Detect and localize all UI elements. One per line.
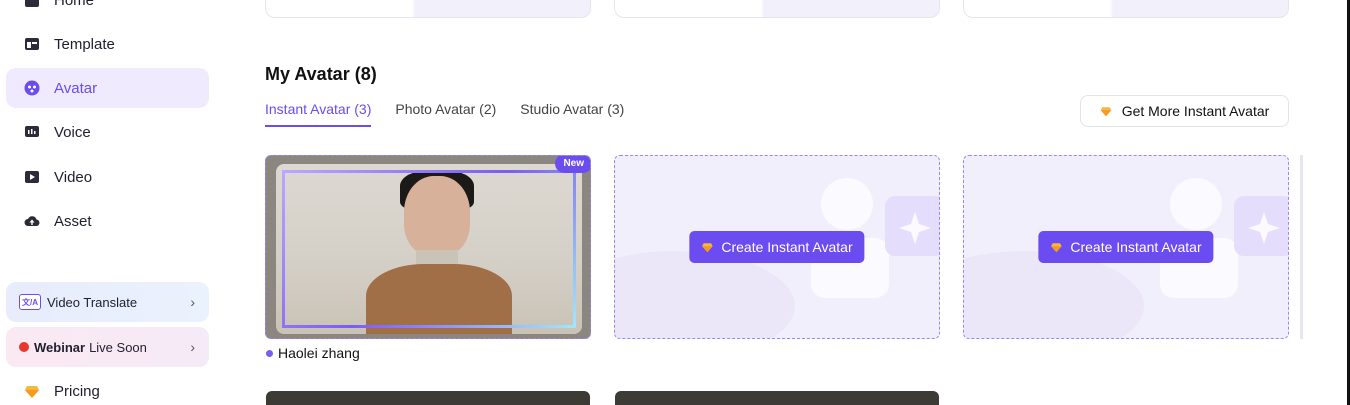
sidebar-item-label: Template: [54, 35, 115, 53]
sidebar-item-label: Asset: [54, 212, 92, 230]
create-instant-avatar-button[interactable]: Create Instant Avatar: [689, 231, 865, 263]
tab-photo-avatar[interactable]: Photo Avatar (2): [395, 101, 496, 127]
avatar-icon: [24, 80, 40, 96]
avatar-tabs: Instant Avatar (3) Photo Avatar (2) Stud…: [265, 101, 648, 127]
webinar-label: Live Soon: [89, 339, 147, 355]
avatar-name-text: Haolei zhang: [278, 345, 360, 361]
chevron-right-icon: ›: [190, 294, 195, 310]
webinar-promo[interactable]: Webinar Live Soon ›: [6, 327, 209, 367]
voice-icon: [24, 124, 40, 140]
gem-icon: [1051, 243, 1062, 253]
avatar-thumbnail: [276, 164, 582, 334]
sidebar-item-label: Voice: [54, 123, 91, 141]
avatar-video-card[interactable]: New: [265, 155, 591, 339]
sidebar-item-pricing[interactable]: Pricing: [6, 371, 209, 405]
cloud-upload-icon: [24, 213, 40, 229]
create-button-label: Create Instant Avatar: [1070, 239, 1202, 255]
get-more-label: Get More Instant Avatar: [1121, 103, 1270, 119]
get-more-instant-avatar-button[interactable]: Get More Instant Avatar: [1080, 95, 1289, 127]
gem-icon: [24, 383, 40, 399]
tab-instant-avatar[interactable]: Instant Avatar (3): [265, 101, 372, 127]
translate-icon: 文/A: [19, 294, 41, 310]
gem-icon: [1100, 107, 1111, 117]
create-avatar-card[interactable]: Create Instant Avatar: [614, 155, 940, 339]
sidebar-item-label: Video: [54, 168, 93, 186]
sidebar-item-asset[interactable]: Asset: [6, 201, 209, 241]
create-instant-avatar-button[interactable]: Create Instant Avatar: [1038, 231, 1214, 263]
status-dot-icon: [266, 349, 273, 357]
carousel-edge: [1300, 155, 1303, 339]
template-card[interactable]: [614, 0, 940, 18]
sidebar: Home Template Avatar Voice Video Asset 文…: [0, 0, 220, 405]
sidebar-item-label: Avatar: [54, 79, 98, 97]
sidebar-item-label: Pricing: [54, 382, 100, 400]
video-translate-label: Video Translate: [47, 294, 138, 310]
sidebar-item-avatar[interactable]: Avatar: [6, 68, 209, 108]
template-card[interactable]: [265, 0, 591, 18]
tab-studio-avatar[interactable]: Studio Avatar (3): [520, 101, 624, 127]
video-icon: [24, 169, 40, 185]
template-card[interactable]: [963, 0, 1289, 18]
avatar-name: Haolei zhang: [266, 345, 360, 361]
page-title: My Avatar (8): [265, 64, 377, 84]
create-avatar-card[interactable]: Create Instant Avatar: [963, 155, 1289, 339]
sidebar-item-template[interactable]: Template: [6, 24, 209, 64]
home-icon: [24, 0, 40, 8]
sidebar-item-video[interactable]: Video: [6, 157, 209, 197]
sidebar-item-label: Home: [54, 0, 95, 9]
sidebar-item-home[interactable]: Home: [6, 0, 209, 20]
create-button-label: Create Instant Avatar: [721, 239, 853, 255]
new-badge: New: [555, 156, 590, 173]
template-icon: [24, 36, 40, 52]
sidebar-item-voice[interactable]: Voice: [6, 112, 209, 152]
avatar-card-thumbnail[interactable]: [615, 391, 939, 405]
thumbnail-frame: [282, 170, 576, 328]
live-dot-icon: [19, 342, 29, 352]
webinar-bold-label: Webinar: [34, 339, 86, 355]
gem-icon: [702, 243, 713, 253]
video-translate-promo[interactable]: 文/A Video Translate ›: [6, 282, 209, 322]
avatar-card-thumbnail[interactable]: [266, 391, 590, 405]
chevron-right-icon: ›: [190, 339, 195, 355]
